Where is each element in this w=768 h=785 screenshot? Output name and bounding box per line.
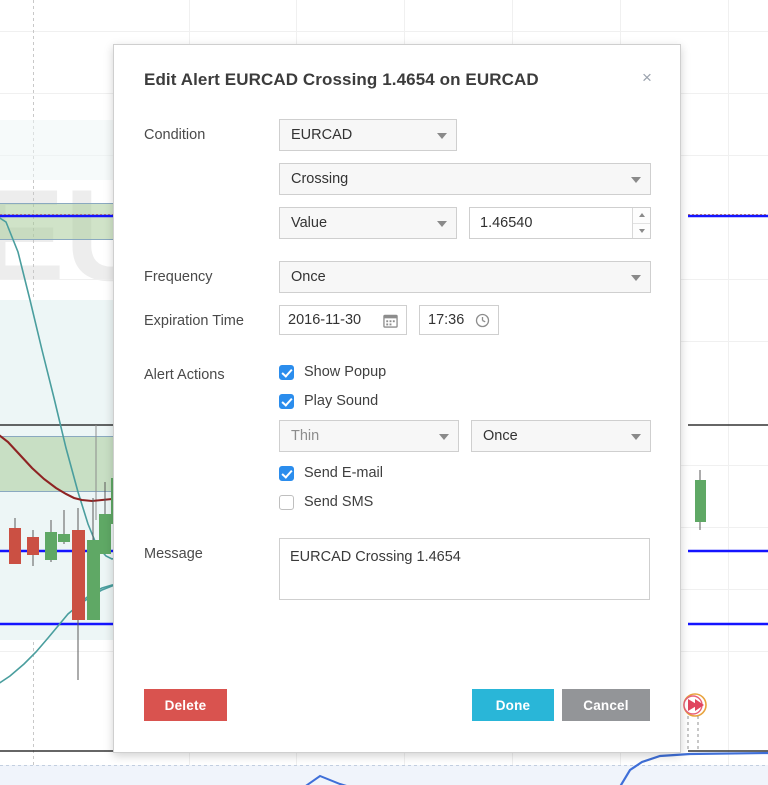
dialog-header: Edit Alert EURCAD Crossing 1.4654 on EUR… — [114, 45, 680, 97]
expiration-row: Expiration Time 2016-11-30 — [144, 305, 650, 337]
alert-actions-controls: Show Popup Play Sound Thin Once Send E-m… — [279, 359, 651, 518]
value-row: Value — [144, 207, 650, 239]
condition-label: Condition — [144, 119, 279, 151]
checkbox-send-email[interactable] — [279, 466, 294, 481]
candle-down — [72, 530, 85, 620]
candle-up — [58, 534, 70, 542]
candle-down — [27, 537, 39, 555]
news-event-icon — [684, 694, 706, 716]
sound-repeat-select[interactable]: Once — [471, 420, 651, 452]
checkbox-play-sound[interactable] — [279, 394, 294, 409]
dialog-body: Condition EURCAD Crossing Value — [114, 97, 680, 600]
condition-value-type-select[interactable]: Value — [279, 207, 457, 239]
checkbox-label-play-sound: Play Sound — [304, 393, 378, 409]
cancel-button[interactable]: Cancel — [562, 689, 650, 721]
app-root: EURCAD Fx/CFD — [0, 0, 768, 785]
frequency-controls: Once — [279, 261, 651, 293]
frequency-select[interactable]: Once — [279, 261, 651, 293]
checkbox-label-send-email: Send E-mail — [304, 465, 383, 481]
operator-controls: Crossing — [279, 163, 651, 195]
checkbox-row-show-popup[interactable]: Show Popup — [279, 359, 651, 385]
expiration-date-value: 2016-11-30 — [288, 312, 379, 328]
done-button[interactable]: Done — [472, 689, 554, 721]
edit-alert-dialog: Edit Alert EURCAD Crossing 1.4654 on EUR… — [113, 44, 681, 753]
checkbox-show-popup[interactable] — [279, 365, 294, 380]
delete-button[interactable]: Delete — [144, 689, 227, 721]
condition-value-input[interactable] — [470, 208, 650, 238]
expiration-controls: 2016-11-30 17:36 — [279, 305, 650, 335]
checkbox-label-show-popup: Show Popup — [304, 364, 386, 380]
checkbox-row-send-sms[interactable]: Send SMS — [279, 489, 651, 515]
message-row: Message — [144, 538, 650, 600]
expiration-label: Expiration Time — [144, 305, 279, 337]
close-icon[interactable]: × — [636, 67, 658, 89]
sound-name-select[interactable]: Thin — [279, 420, 459, 452]
checkbox-send-sms[interactable] — [279, 495, 294, 510]
candle-up — [45, 532, 57, 560]
expiration-date-input[interactable]: 2016-11-30 — [279, 305, 407, 335]
checkbox-row-send-email[interactable]: Send E-mail — [279, 460, 651, 486]
value-spinner — [632, 208, 650, 238]
condition-value-input-wrapper — [469, 207, 651, 239]
checkbox-row-play-sound[interactable]: Play Sound — [279, 388, 651, 414]
message-label: Message — [144, 538, 279, 564]
frequency-label: Frequency — [144, 261, 279, 293]
calendar-icon — [383, 313, 398, 328]
candle-up — [87, 540, 100, 620]
candle-up — [99, 514, 111, 554]
message-textarea[interactable] — [279, 538, 650, 600]
alert-actions-label: Alert Actions — [144, 359, 279, 391]
alert-actions-row: Alert Actions Show Popup Play Sound Thin… — [144, 359, 650, 518]
clock-icon — [475, 313, 490, 328]
checkbox-label-send-sms: Send SMS — [304, 494, 373, 510]
condition-operator-select[interactable]: Crossing — [279, 163, 651, 195]
value-controls: Value — [279, 207, 651, 239]
condition-controls: EURCAD — [279, 119, 650, 151]
expiration-time-input[interactable]: 17:36 — [419, 305, 499, 335]
dialog-title: Edit Alert EURCAD Crossing 1.4654 on EUR… — [144, 69, 650, 91]
condition-row: Condition EURCAD — [144, 119, 650, 151]
spinner-up-button[interactable] — [633, 208, 650, 224]
frequency-row: Frequency Once — [144, 261, 650, 293]
subpanel-background — [0, 765, 768, 785]
operator-row: Crossing — [144, 163, 650, 195]
spinner-down-button[interactable] — [633, 224, 650, 239]
expiration-time-value: 17:36 — [428, 312, 471, 328]
sound-settings-row: Thin Once — [279, 420, 651, 452]
candle-down — [9, 528, 21, 564]
condition-symbol-select[interactable]: EURCAD — [279, 119, 457, 151]
dialog-footer: Delete Done Cancel — [114, 689, 680, 721]
